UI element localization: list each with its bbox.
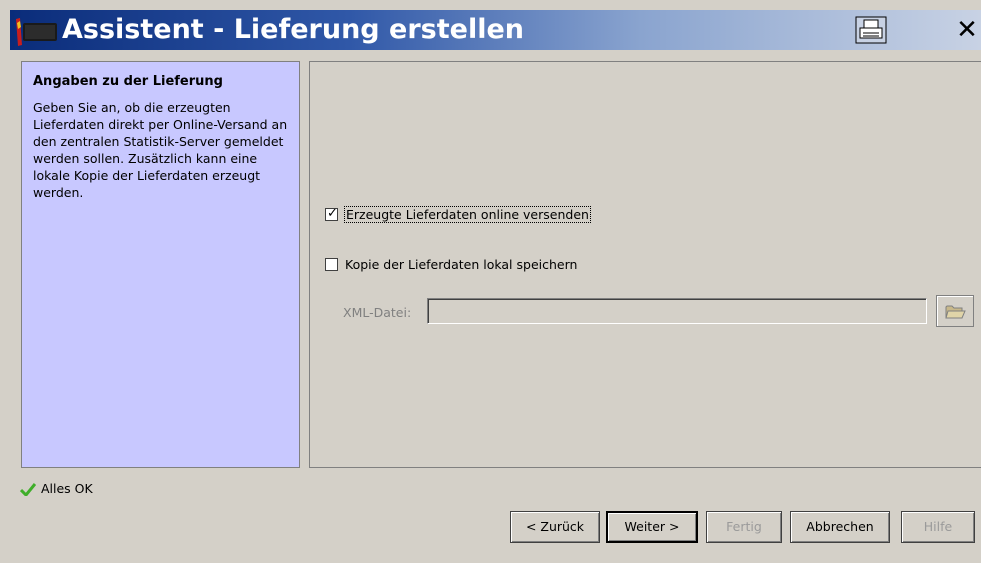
app-icon [16,18,57,46]
print-icon[interactable] [855,16,887,44]
check-icon: ✓ [327,206,338,221]
status-bar: Alles OK [20,481,93,496]
back-button[interactable]: < Zurück [510,511,600,543]
checkmark-icon [20,482,36,496]
title-bar: Assistent - Lieferung erstellen ✕ [0,0,981,50]
online-checkbox[interactable]: ✓ [325,206,338,221]
options-panel: ✓ Erzeugte Lieferdaten online versenden … [309,61,981,468]
local-checkbox[interactable] [325,258,338,271]
browse-button[interactable] [936,295,974,327]
close-icon[interactable]: ✕ [953,14,981,46]
info-panel: Angaben zu der Lieferung Geben Sie an, o… [21,61,300,468]
local-option[interactable]: Kopie der Lieferdaten lokal speichern [325,257,577,272]
finish-button[interactable]: Fertig [706,511,782,543]
info-description: Geben Sie an, ob die erzeugten Lieferdat… [33,100,288,200]
cancel-button[interactable]: Abbrechen [790,511,890,543]
folder-open-icon [945,305,966,319]
xml-file-input[interactable] [427,298,927,324]
next-button[interactable]: Weiter > [606,511,698,543]
xml-file-label: XML-Datei: [343,305,412,320]
status-text: Alles OK [41,481,93,496]
online-option[interactable]: ✓ Erzeugte Lieferdaten online versenden [325,206,591,223]
info-heading: Angaben zu der Lieferung [33,74,223,89]
local-label[interactable]: Kopie der Lieferdaten lokal speichern [345,257,577,272]
help-button[interactable]: Hilfe [901,511,975,543]
window-title: Assistent - Lieferung erstellen [62,14,524,45]
online-label[interactable]: Erzeugte Lieferdaten online versenden [344,206,591,223]
